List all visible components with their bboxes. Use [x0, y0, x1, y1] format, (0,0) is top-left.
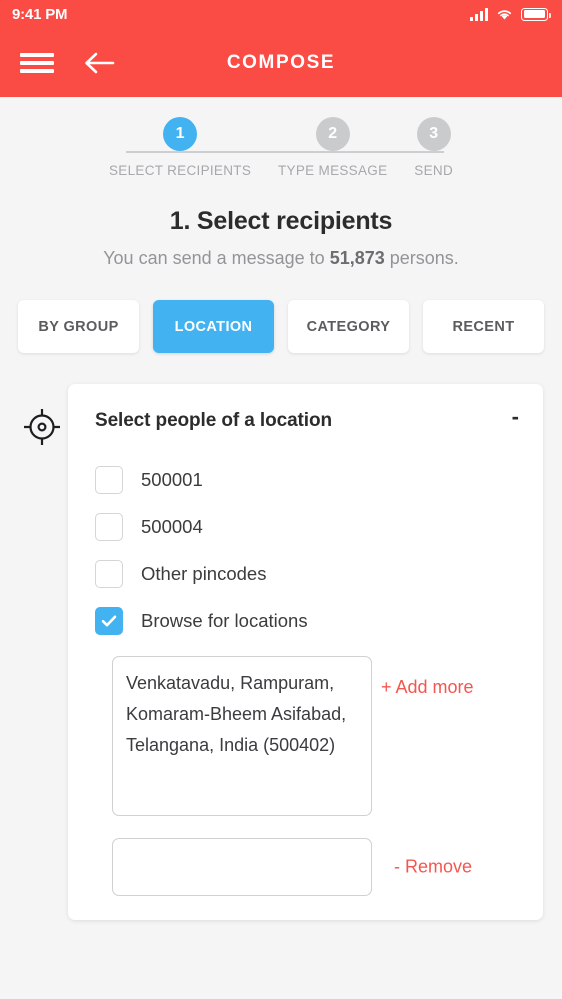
check-icon — [101, 615, 117, 626]
location-option-other-pincodes[interactable]: Other pincodes — [95, 550, 523, 597]
recipient-count-text: You can send a message to 51,873 persons… — [0, 248, 562, 269]
progress-stepper: 1 SELECT RECIPIENTS 2 TYPE MESSAGE 3 SEN… — [0, 97, 562, 189]
collapse-toggle-button[interactable]: - — [508, 406, 523, 428]
wifi-icon — [497, 9, 512, 20]
battery-icon — [521, 7, 551, 21]
stepper-step-2[interactable]: 2 TYPE MESSAGE — [278, 117, 387, 178]
recipient-count-value: 51,873 — [329, 248, 385, 268]
location-option-label: Other pincodes — [141, 562, 267, 584]
crosshair-target-icon[interactable] — [21, 406, 63, 448]
location-option-label: Browse for locations — [141, 609, 308, 631]
tab-category[interactable]: CATEGORY — [288, 300, 409, 353]
checkbox-500001[interactable] — [95, 465, 123, 494]
location-card: Select people of a location - 500001 500… — [68, 384, 543, 920]
checkbox-browse-for-locations[interactable] — [95, 606, 123, 635]
stepper-step-1-number: 1 — [163, 117, 198, 151]
add-more-button[interactable]: + Add more — [381, 677, 474, 698]
stepper-step-3[interactable]: 3 SEND — [414, 117, 453, 178]
recipient-count-prefix: You can send a message to — [103, 248, 330, 268]
location-input-2[interactable] — [112, 838, 372, 896]
location-entries: + Add more - Remove — [95, 656, 523, 896]
tab-recent[interactable]: RECENT — [423, 300, 544, 353]
tab-by-group[interactable]: BY GROUP — [18, 300, 139, 353]
location-section: Select people of a location - 500001 500… — [0, 384, 562, 920]
hamburger-menu-icon[interactable] — [20, 50, 54, 76]
stepper-step-2-number: 2 — [315, 117, 350, 151]
checkbox-500004[interactable] — [95, 512, 123, 541]
location-entry-1: + Add more — [112, 656, 523, 816]
section-heading: 1. Select recipients — [169, 207, 393, 235]
app-bar: COMPOSE — [0, 28, 562, 97]
location-entry-2: - Remove — [112, 838, 523, 896]
location-option-label: 500001 — [141, 468, 203, 490]
tab-location[interactable]: LOCATION — [153, 300, 274, 353]
location-input-1[interactable] — [112, 656, 372, 816]
stepper-step-3-label: SEND — [414, 163, 453, 178]
location-card-title: Select people of a location — [95, 410, 332, 431]
status-icons — [470, 7, 551, 21]
location-option-browse-for-locations[interactable]: Browse for locations — [95, 597, 523, 644]
location-option-500004[interactable]: 500004 — [95, 503, 523, 550]
status-time: 9:41 PM — [12, 5, 68, 23]
location-option-label: 500004 — [141, 515, 203, 537]
back-arrow-icon[interactable] — [82, 46, 116, 80]
stepper-step-1[interactable]: 1 SELECT RECIPIENTS — [109, 117, 251, 178]
location-option-500001[interactable]: 500001 — [95, 456, 523, 503]
stepper-step-3-number: 3 — [416, 117, 451, 151]
stepper-step-2-label: TYPE MESSAGE — [278, 163, 388, 178]
status-bar: 9:41 PM — [0, 0, 562, 28]
recipient-source-tabs: BY GROUP LOCATION CATEGORY RECENT — [0, 300, 562, 353]
location-options-list: 500001 500004 Other pincodes Browse for … — [95, 456, 523, 644]
stepper-step-1-label: SELECT RECIPIENTS — [109, 163, 252, 178]
location-card-header: Select people of a location - — [95, 406, 523, 432]
signal-bars-icon — [470, 7, 488, 21]
recipient-count-suffix: persons. — [384, 248, 459, 268]
remove-button[interactable]: - Remove — [394, 857, 472, 878]
checkbox-other-pincodes[interactable] — [95, 559, 123, 588]
